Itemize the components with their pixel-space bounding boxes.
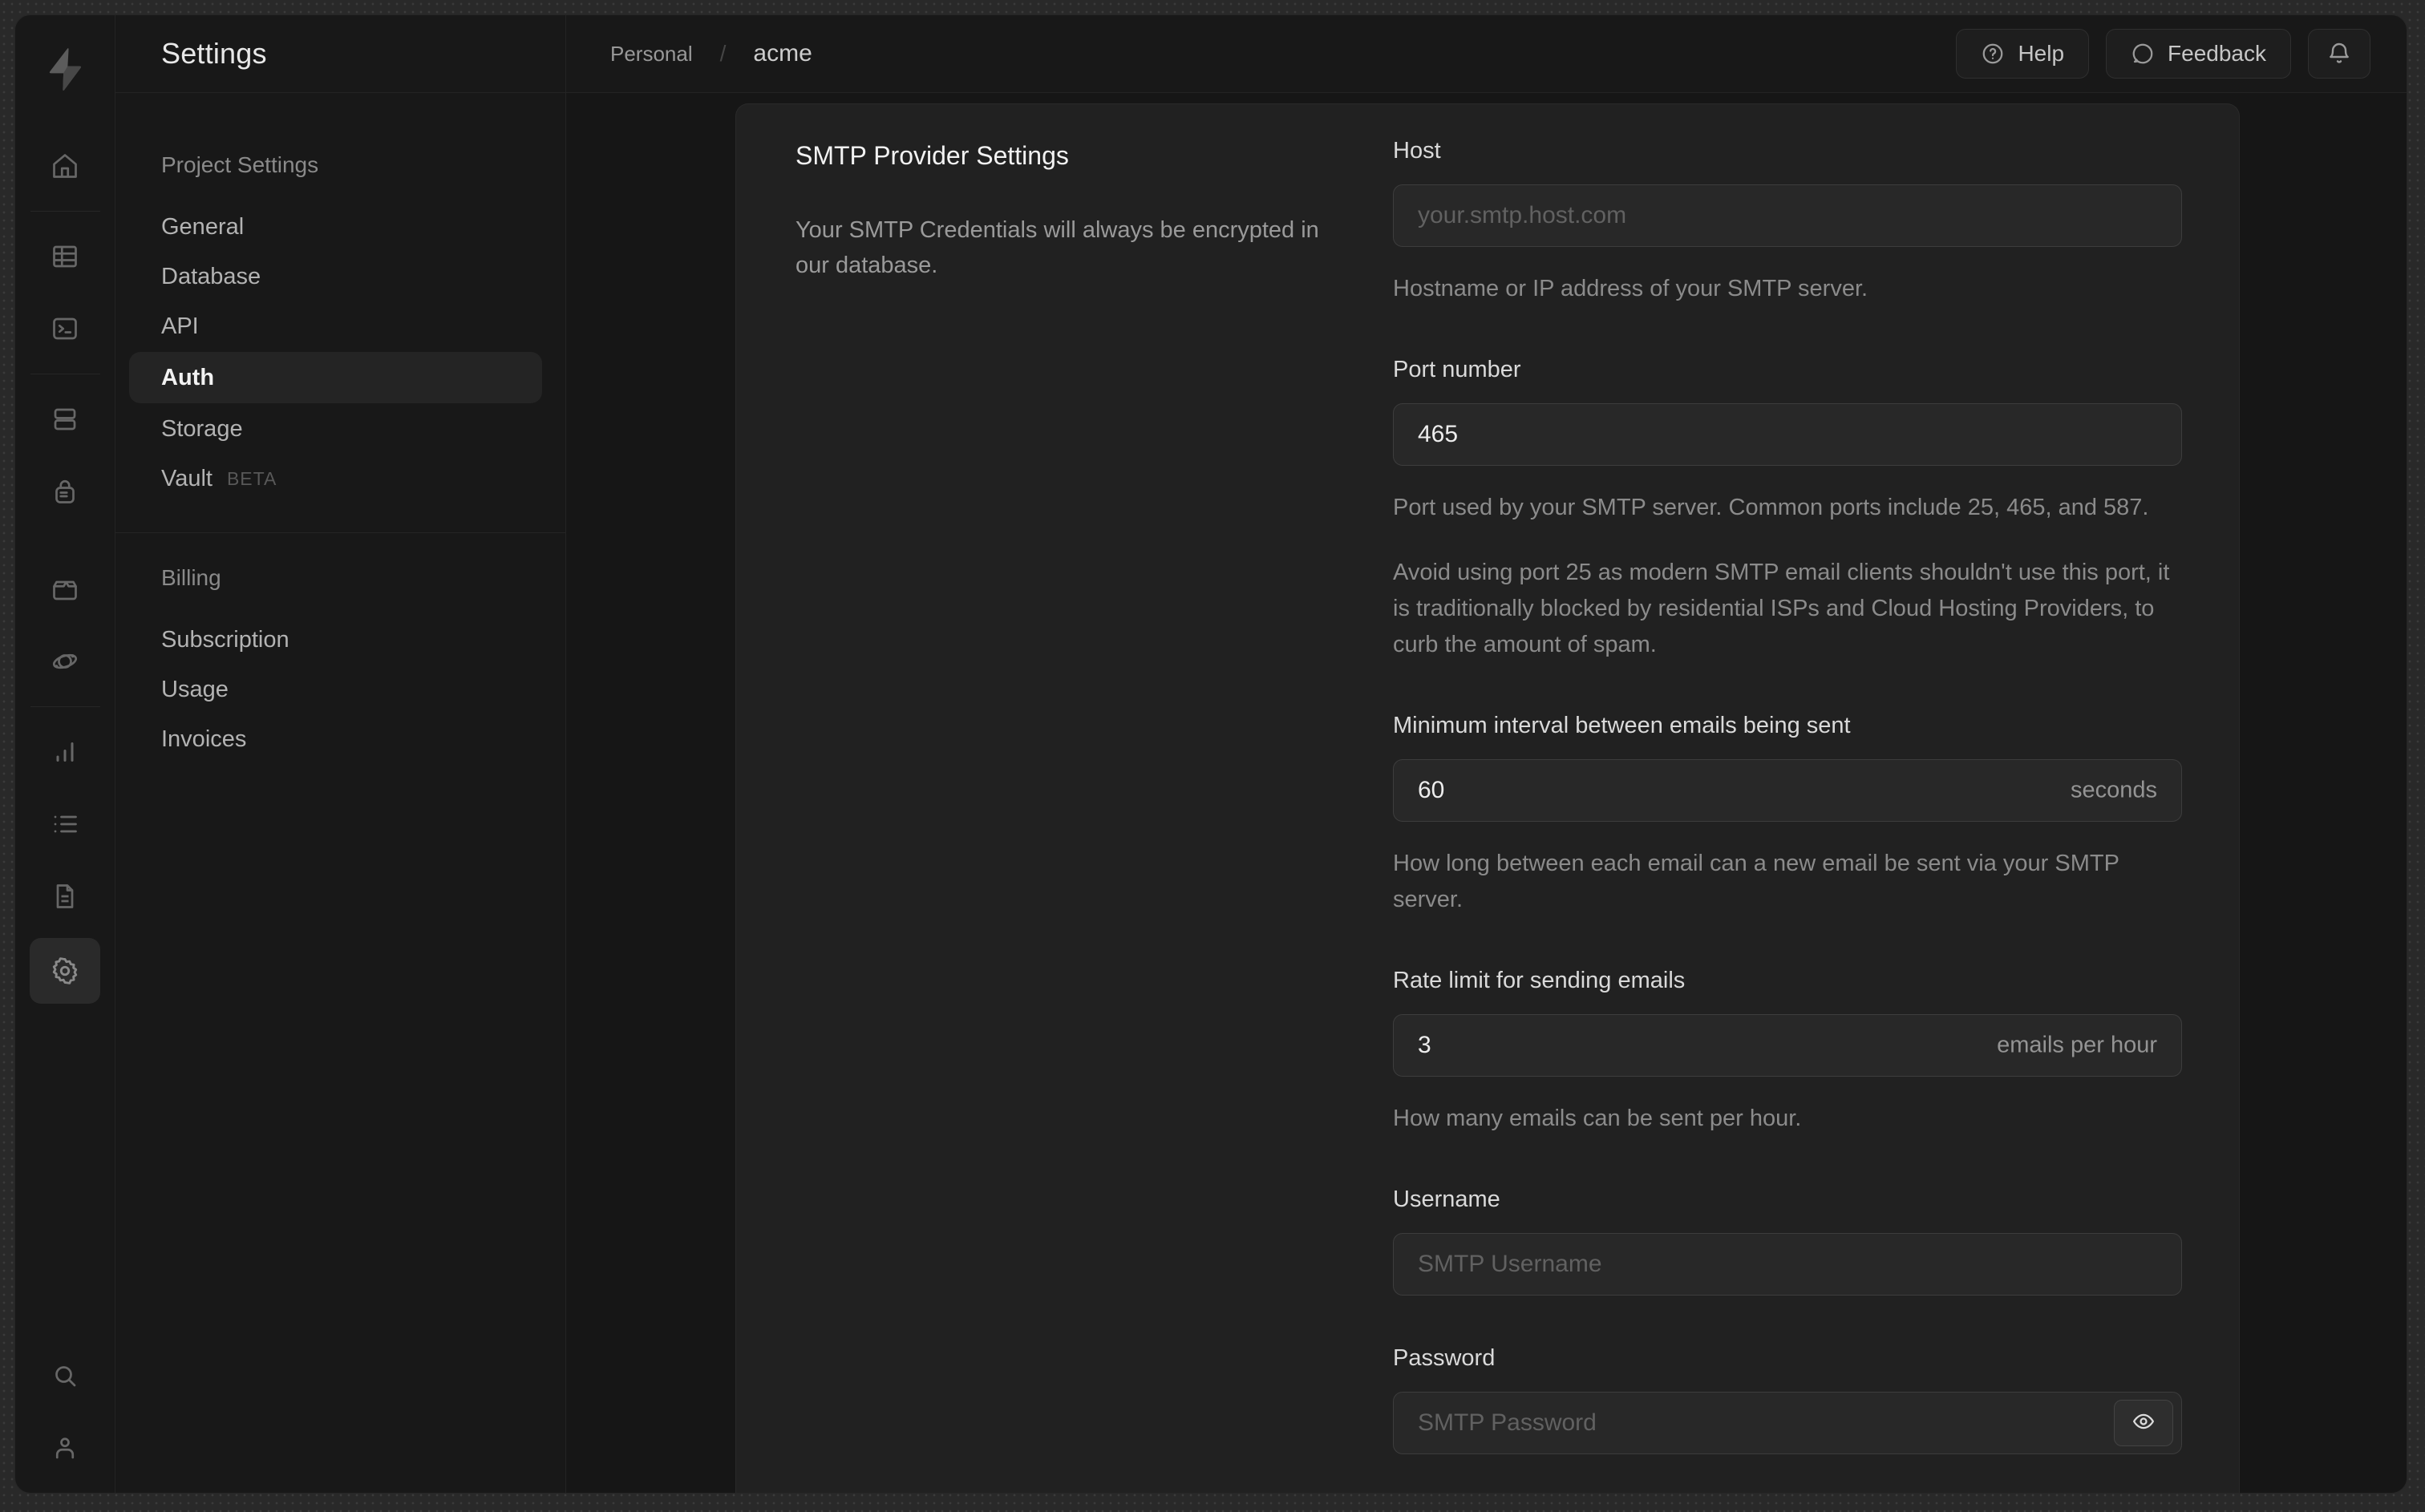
username-input[interactable] [1394, 1233, 2181, 1295]
breadcrumb-separator: / [719, 41, 727, 66]
header-actions: Help Feedback [1956, 29, 2370, 79]
rail-item-authentication[interactable] [30, 461, 100, 522]
help-circle-icon [1981, 42, 2005, 66]
rail-item-account[interactable] [30, 1417, 100, 1478]
rail-item-reports[interactable] [30, 722, 100, 782]
port-field: Port number Port used by your SMTP serve… [1393, 357, 2182, 663]
home-icon [51, 152, 79, 180]
port-warning-note: Avoid using port 25 as modern SMTP email… [1393, 559, 2170, 657]
rail-item-table-editor[interactable] [30, 226, 100, 287]
sidebar-item-database[interactable]: Database [115, 252, 565, 301]
panel-description: Your SMTP Credentials will always be enc… [796, 217, 1319, 279]
sidebar-item-storage[interactable]: Storage [115, 404, 565, 454]
rail-item-sql-editor[interactable] [30, 298, 100, 359]
toggle-password-visibility-button[interactable] [2114, 1399, 2173, 1446]
feedback-button-label: Feedback [2168, 41, 2266, 66]
database-icon [51, 405, 79, 434]
sidebar-section-project-settings: Project Settings [161, 152, 319, 177]
list-icon [51, 810, 79, 839]
eye-icon [2131, 1409, 2156, 1436]
port-input[interactable] [1394, 403, 2181, 465]
storage-icon [51, 575, 79, 604]
rail-divider [30, 211, 100, 212]
port-helper: Port used by your SMTP server. Common po… [1393, 494, 2149, 520]
edge-functions-icon [51, 647, 79, 676]
host-input[interactable] [1394, 185, 2181, 246]
rail-item-edge-functions[interactable] [30, 631, 100, 692]
search-icon [51, 1361, 79, 1390]
interval-input[interactable] [1394, 759, 2181, 821]
sidebar-item-api[interactable]: API [115, 301, 565, 351]
chat-bubble-icon [2131, 42, 2155, 66]
interval-field: Minimum interval between emails being se… [1393, 713, 2182, 918]
rail-item-api-docs[interactable] [30, 866, 100, 927]
sidebar-divider [115, 532, 565, 533]
table-editor-icon [51, 242, 79, 271]
interval-helper: How long between each email can a new em… [1393, 850, 2119, 912]
rail-item-home[interactable] [30, 135, 100, 196]
sidebar-section-billing: Billing [161, 565, 221, 590]
host-field: Host Hostname or IP address of your SMTP… [1393, 138, 2182, 307]
feedback-button[interactable]: Feedback [2106, 29, 2291, 79]
breadcrumb-org[interactable]: Personal [610, 42, 693, 67]
sidebar-item-subscription[interactable]: Subscription [115, 615, 565, 665]
lock-icon [51, 477, 79, 506]
settings-sidebar: Project Settings General Database API Au… [115, 93, 566, 1493]
breadcrumb-project[interactable]: acme [753, 40, 812, 67]
password-field: Password [1393, 1345, 2182, 1454]
host-helper: Hostname or IP address of your SMTP serv… [1393, 276, 1868, 301]
app-window: Settings Personal / acme Help Feedback P… [14, 14, 2407, 1494]
beta-badge: BETA [226, 467, 277, 489]
panel-title: SMTP Provider Settings [796, 141, 1069, 170]
main-content: SMTP Provider Settings Your SMTP Credent… [566, 93, 2407, 1493]
app-logo[interactable] [42, 15, 88, 124]
smtp-settings-panel: SMTP Provider Settings Your SMTP Credent… [735, 103, 2240, 1493]
notifications-button[interactable] [2308, 29, 2370, 79]
bell-icon [2326, 41, 2352, 67]
gear-icon [50, 956, 80, 986]
supabase-bolt-logo-icon [42, 46, 88, 94]
sidebar-item-vault[interactable]: Vault BETA [115, 454, 565, 503]
smtp-form: Host Hostname or IP address of your SMTP… [1393, 104, 2239, 1493]
rail-item-database[interactable] [30, 389, 100, 450]
sidebar-item-auth[interactable]: Auth [129, 352, 542, 403]
host-label: Host [1393, 138, 1441, 164]
sidebar-item-usage[interactable]: Usage [115, 665, 565, 714]
rate-limit-label: Rate limit for sending emails [1393, 967, 1686, 993]
rail-item-logs[interactable] [30, 794, 100, 855]
page-title: Settings [161, 37, 267, 70]
sidebar-item-invoices[interactable]: Invoices [115, 714, 565, 764]
file-text-icon [51, 882, 79, 911]
help-button[interactable]: Help [1956, 29, 2090, 79]
port-label: Port number [1393, 356, 1521, 382]
sql-editor-icon [51, 314, 79, 343]
panel-intro: SMTP Provider Settings Your SMTP Credent… [736, 104, 1393, 1493]
icon-rail [15, 15, 115, 1493]
top-bar: Personal / acme Help Feedback [566, 15, 2407, 93]
rate-limit-input[interactable] [1394, 1014, 2181, 1076]
sidebar-header: Settings [115, 15, 566, 93]
rail-item-project-settings[interactable] [30, 938, 100, 1004]
rail-divider [30, 706, 100, 707]
rate-limit-field: Rate limit for sending emails emails per… [1393, 968, 2182, 1137]
password-input[interactable] [1394, 1392, 2181, 1453]
bar-chart-icon [51, 738, 79, 766]
username-field: Username [1393, 1187, 2182, 1296]
sidebar-item-general[interactable]: General [115, 202, 565, 252]
user-icon [51, 1433, 79, 1462]
rate-limit-helper: How many emails can be sent per hour. [1393, 1105, 1802, 1131]
username-label: Username [1393, 1186, 1500, 1212]
rail-item-storage[interactable] [30, 559, 100, 620]
help-button-label: Help [2018, 41, 2065, 66]
rail-item-search[interactable] [30, 1345, 100, 1406]
password-label: Password [1393, 1344, 1496, 1371]
interval-label: Minimum interval between emails being se… [1393, 712, 1851, 738]
